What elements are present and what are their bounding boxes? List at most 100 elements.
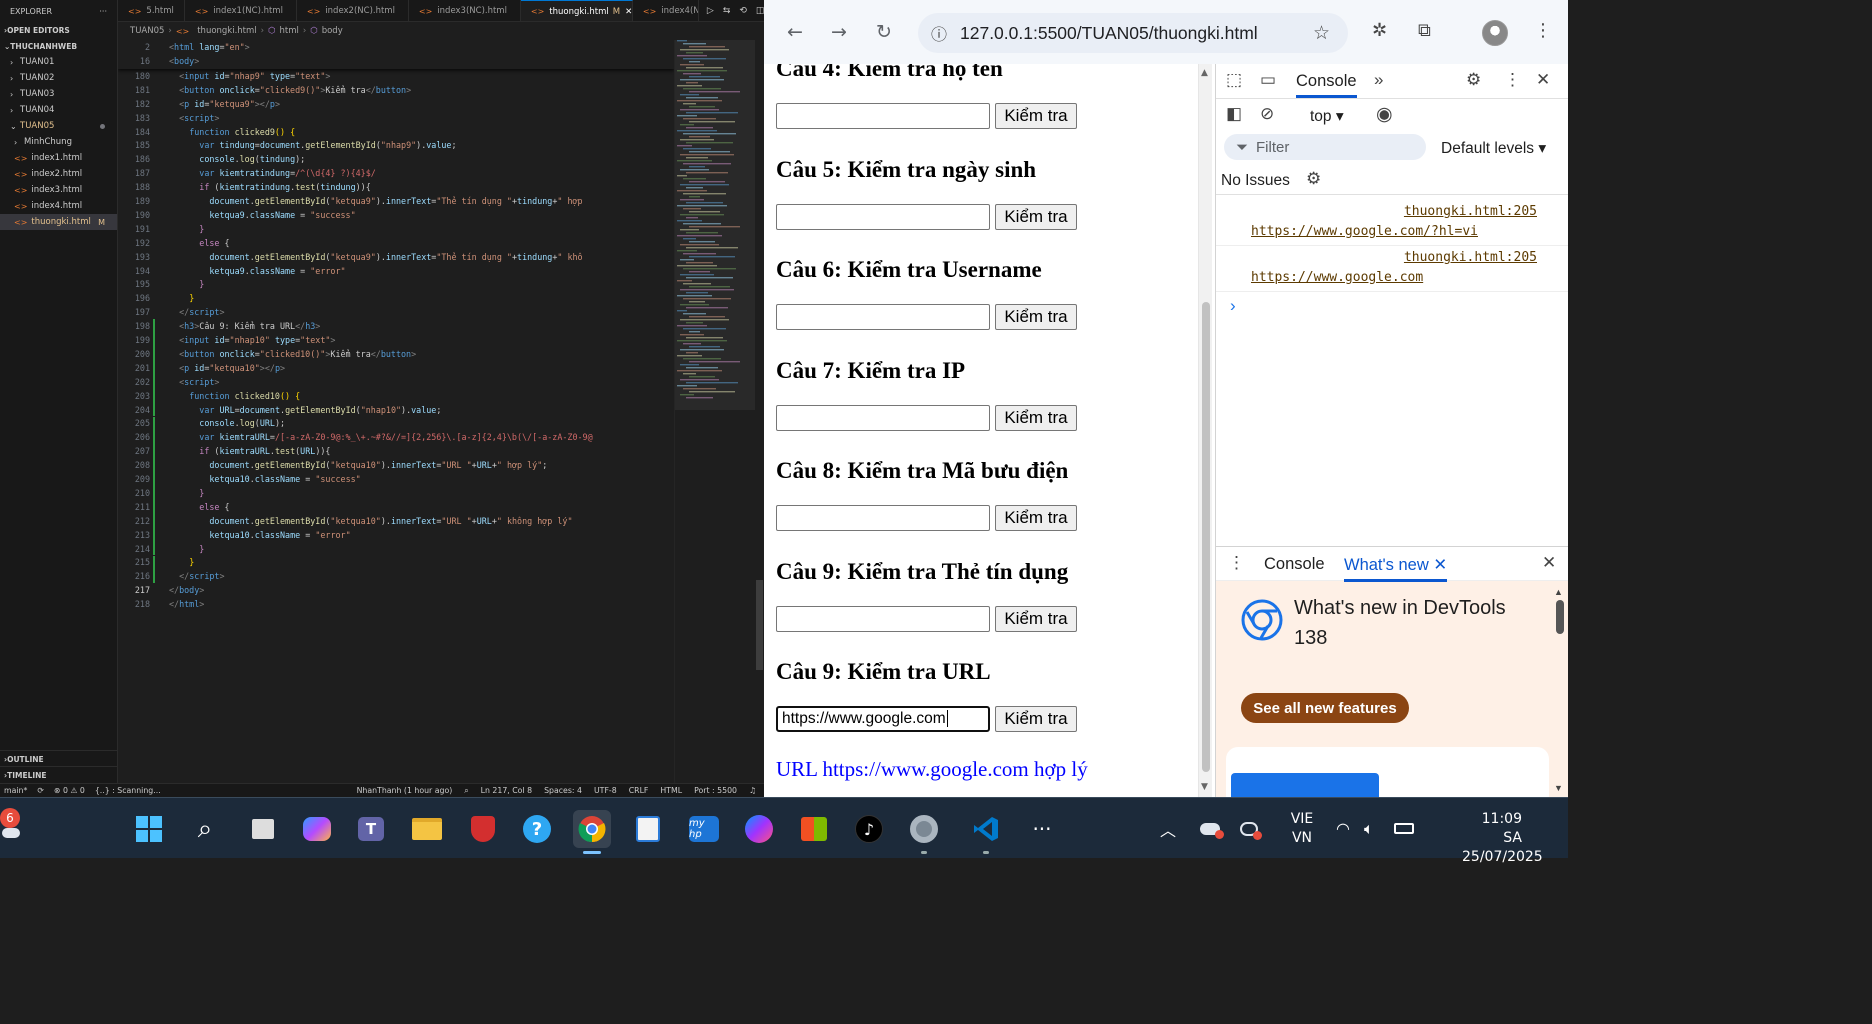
search-icon[interactable]: ⌕: [186, 810, 224, 848]
indentation[interactable]: Spaces: 4: [544, 786, 582, 796]
menu-kebab-icon[interactable]: ⋮: [1534, 20, 1552, 41]
code-line[interactable]: 190 ketqua9.className = "success": [118, 208, 674, 222]
close-drawer-icon[interactable]: ✕: [1542, 553, 1556, 573]
code-line[interactable]: 192 else {: [118, 236, 674, 250]
answer-input[interactable]: [776, 505, 990, 531]
code-line[interactable]: 195}: [118, 278, 674, 292]
page-scrollbar[interactable]: ▲ ▼: [1198, 64, 1212, 797]
file-index4[interactable]: <> index4.html: [0, 198, 117, 214]
extension-bug-icon[interactable]: ✲: [1372, 20, 1387, 41]
live-expression-eye-icon[interactable]: ◉: [1376, 103, 1393, 126]
microsoft-store-icon[interactable]: [795, 810, 833, 848]
settings-gear-icon[interactable]: [905, 810, 943, 854]
settings-gear-icon[interactable]: ⚙: [1466, 70, 1481, 90]
help-icon[interactable]: ?: [518, 810, 556, 848]
code-line[interactable]: 203 function clicked10() {: [118, 388, 674, 403]
wifi-icon[interactable]: ◠: [1336, 798, 1350, 859]
code-line[interactable]: 213 ketqua10.className = "error": [118, 527, 674, 542]
breadcrumb-item[interactable]: body: [322, 26, 343, 36]
menu-kebab-icon[interactable]: ⋮: [1504, 70, 1521, 90]
tab-index4nc[interactable]: <> index4(N: [633, 0, 699, 21]
sticky-line[interactable]: 2 <html lang="en">: [118, 40, 674, 54]
page-scroll-thumb[interactable]: [1202, 302, 1210, 772]
folder-tuan04[interactable]: › TUAN04: [0, 102, 117, 118]
answer-input[interactable]: [776, 304, 990, 330]
close-icon[interactable]: ✕: [1536, 70, 1550, 90]
log-source-link[interactable]: thuongki.html:205: [1404, 250, 1537, 265]
drawer-tab-console[interactable]: Console: [1264, 555, 1325, 574]
check-button[interactable]: Kiểm tra: [995, 404, 1077, 431]
check-button[interactable]: Kiểm tra: [995, 605, 1077, 632]
workspace-section[interactable]: ⌄ THUCHANHWEB: [0, 38, 117, 54]
folder-tuan02[interactable]: › TUAN02: [0, 70, 117, 86]
scroll-down-icon[interactable]: ▼: [1201, 782, 1208, 792]
site-info-icon[interactable]: ⓘ: [918, 21, 960, 45]
zoom-icon[interactable]: ⌕: [464, 786, 468, 796]
line-ending[interactable]: CRLF: [629, 786, 649, 796]
code-line[interactable]: 182 <p id="ketqua9"></p>: [118, 97, 674, 111]
editor-scrollbar[interactable]: [755, 40, 764, 797]
code-line[interactable]: 183 <script>: [118, 111, 674, 125]
address-bar[interactable]: ⓘ 127.0.0.1:5500/TUAN05/thuongki.html ☆: [918, 13, 1348, 53]
answer-input[interactable]: [776, 203, 990, 230]
code-line[interactable]: 181 <button onclick="clicked9()">Kiểm tra…: [118, 83, 674, 97]
more-tabs-icon[interactable]: »: [1374, 70, 1383, 90]
code-line[interactable]: 214}: [118, 541, 674, 556]
code-line[interactable]: 208 document.getElementById("ketqua10").i…: [118, 458, 674, 473]
show-hidden-icons-chevron-up-icon[interactable]: ︿: [1160, 798, 1176, 859]
code-line[interactable]: 184 function clicked9() {: [118, 125, 674, 139]
check-button[interactable]: Kiểm tra: [995, 304, 1077, 330]
tab-5[interactable]: <> 5.html: [118, 0, 185, 21]
code-line[interactable]: 186 console.log(tindung);: [118, 152, 674, 166]
code-line[interactable]: 217 </body>: [118, 583, 674, 597]
code-line[interactable]: 215}: [118, 555, 674, 570]
check-button[interactable]: Kiểm tra: [995, 103, 1077, 129]
code-line[interactable]: 188 if (kiemtratindung.test(tindung)){: [118, 180, 674, 194]
tiktok-icon[interactable]: ♪: [850, 810, 888, 848]
folder-tuan01[interactable]: › TUAN01: [0, 54, 117, 70]
forward-icon[interactable]: →: [828, 21, 850, 43]
answer-input[interactable]: [776, 605, 990, 632]
drawer-scroll-thumb[interactable]: [1556, 600, 1564, 634]
code-line[interactable]: 212 document.getElementById("ketqua10").i…: [118, 513, 674, 528]
code-line[interactable]: 185 var tindung=document.getElementById("…: [118, 139, 674, 153]
tab-index2nc[interactable]: <> index2(NC).html: [297, 0, 409, 21]
input-language[interactable]: VIE VN: [1282, 810, 1322, 848]
code-line[interactable]: 209 ketqua10.className = "success": [118, 472, 674, 486]
code-line[interactable]: 191}: [118, 222, 674, 236]
open-editors-section[interactable]: › OPEN EDITORS: [0, 22, 117, 38]
whiteboard-icon[interactable]: [629, 810, 667, 848]
inspect-element-icon[interactable]: ⬚: [1226, 70, 1242, 90]
outline-panel[interactable]: › OUTLINE: [0, 750, 118, 767]
close-icon[interactable]: ✕: [1433, 556, 1447, 574]
messenger-icon[interactable]: [740, 810, 778, 848]
context-selector[interactable]: top ▾: [1310, 107, 1344, 126]
code-line[interactable]: 198 <h3>Câu 9: Kiểm tra URL</h3>: [118, 319, 674, 334]
volume-icon[interactable]: 🔈︎: [1364, 798, 1374, 859]
code-line[interactable]: 216 </script>: [118, 569, 674, 584]
file-thuongki[interactable]: <> thuongki.html M: [0, 214, 117, 230]
code-line[interactable]: 211 else {: [118, 499, 674, 514]
clock[interactable]: 11:09 SA 25/07/2025: [1462, 810, 1543, 867]
answer-input[interactable]: [776, 404, 990, 431]
file-index2[interactable]: <> index2.html: [0, 166, 117, 182]
bookmark-star-icon[interactable]: ☆: [1313, 22, 1330, 44]
scroll-up-icon[interactable]: ▲: [1201, 68, 1208, 78]
code-line[interactable]: 196}: [118, 291, 674, 305]
url-text[interactable]: 127.0.0.1:5500/TUAN05/thuongki.html: [960, 23, 1258, 44]
scrollbar-thumb[interactable]: [756, 580, 763, 670]
extensions-puzzle-icon[interactable]: ⧉: [1418, 20, 1431, 41]
more-actions-icon[interactable]: ···: [99, 7, 107, 16]
scroll-down-icon[interactable]: ▼: [1554, 783, 1563, 793]
split-editor-icon[interactable]: ◫: [756, 6, 764, 16]
bell-icon[interactable]: ♫: [749, 786, 756, 796]
battery-icon[interactable]: [1394, 798, 1414, 859]
sticky-line[interactable]: 16 <body>: [118, 54, 674, 68]
live-server-port[interactable]: Port : 5500: [694, 786, 737, 796]
start-windows-icon[interactable]: [130, 810, 168, 848]
chrome-icon[interactable]: [573, 810, 611, 854]
teams-icon[interactable]: T: [352, 810, 390, 848]
weather-widget[interactable]: 6: [0, 798, 30, 859]
answer-input[interactable]: [776, 103, 990, 129]
breadcrumb-item[interactable]: html: [280, 26, 299, 36]
